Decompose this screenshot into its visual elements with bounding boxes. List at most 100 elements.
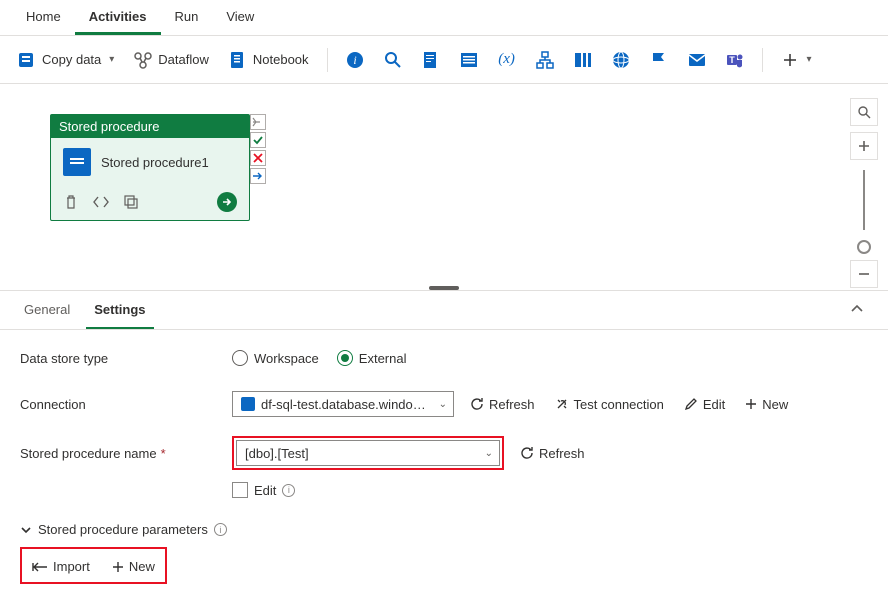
teams-button[interactable]: T [718,44,752,76]
code-icon[interactable] [93,194,109,210]
refresh-label: Refresh [539,446,585,461]
hierarchy-icon [536,51,554,69]
edit-label: Edit [703,397,725,412]
radio-workspace[interactable]: Workspace [232,350,319,366]
test-connection-icon [555,397,569,411]
sp-name-label: Stored procedure name* [20,446,220,461]
toolbar-separator [762,48,763,72]
sp-name-value: [dbo].[Test] [245,446,309,461]
fit-search-button[interactable] [850,98,878,126]
radio-external[interactable]: External [337,350,407,366]
sp-parameters-label: Stored procedure parameters [38,522,208,537]
radio-external-label: External [359,351,407,366]
search-button[interactable] [376,44,410,76]
info-icon[interactable]: i [214,523,227,536]
panels-button[interactable] [566,44,600,76]
script-icon [422,51,440,69]
plus-icon [112,561,124,573]
variable-button[interactable]: (x) [490,44,524,76]
connection-label: Connection [20,397,220,412]
sp-name-dropdown[interactable]: [dbo].[Test] ⌄ [236,440,500,466]
search-icon [384,51,402,69]
canvas-zoom-tools [850,98,878,288]
import-button[interactable]: Import [28,557,94,576]
globe-icon [612,51,630,69]
chevron-down-icon: ⌄ [439,399,447,410]
flag-button[interactable] [642,44,676,76]
connector-fail[interactable] [250,150,266,166]
collapse-panel-button[interactable] [842,294,872,327]
activity-stored-procedure[interactable]: Stored procedure Stored procedure1 [50,114,250,221]
param-new-button[interactable]: New [108,557,159,576]
connection-edit-button[interactable]: Edit [680,395,729,414]
properties-tabs: General Settings [0,290,888,330]
hierarchy-button[interactable] [528,44,562,76]
import-label: Import [53,559,90,574]
mail-icon [688,51,706,69]
zoom-in-button[interactable] [850,132,878,160]
tab-view[interactable]: View [212,1,268,35]
info-icon[interactable]: i [282,484,295,497]
refresh-label: Refresh [489,397,535,412]
connector-success[interactable] [250,132,266,148]
tab-run[interactable]: Run [161,1,213,35]
chevron-down-icon: ▾ [807,54,812,65]
notebook-icon [229,51,247,69]
edit-checkbox[interactable] [232,482,248,498]
sp-refresh-button[interactable]: Refresh [516,444,589,463]
mail-button[interactable] [680,44,714,76]
panel-tab-general[interactable]: General [16,292,78,329]
connector-skip[interactable] [250,114,266,130]
activity-header: Stored procedure [51,115,249,138]
import-icon [32,561,48,573]
connection-value: df-sql-test.database.windows.net;tes... [261,397,429,412]
pipeline-canvas[interactable]: Stored procedure Stored procedure1 [0,84,888,290]
zoom-slider-handle[interactable] [857,240,871,254]
chevron-down-icon [20,524,32,536]
notebook-button[interactable]: Notebook [221,44,317,76]
panel-resize-grip[interactable] [429,286,459,290]
copy-data-icon [18,51,36,69]
connection-new-button[interactable]: New [741,395,792,414]
chevron-down-icon: ⌄ [485,448,493,459]
activity-name: Stored procedure1 [101,155,209,170]
list-button[interactable] [452,44,486,76]
svg-text:i: i [353,53,356,67]
svg-text:T: T [729,55,735,65]
info-icon: i [346,51,364,69]
zoom-slider-track[interactable] [863,170,865,230]
globe-button[interactable] [604,44,638,76]
zoom-out-button[interactable] [850,260,878,288]
variable-icon: (x) [498,51,516,69]
sp-name-highlight: [dbo].[Test] ⌄ [232,436,504,470]
refresh-icon [520,446,534,460]
data-store-type-label: Data store type [20,351,220,366]
run-icon[interactable] [217,192,237,212]
test-connection-button[interactable]: Test connection [551,395,668,414]
panel-tab-settings[interactable]: Settings [86,292,153,329]
dataflow-button[interactable]: Dataflow [126,44,217,76]
edit-checkbox-label: Edit [254,483,276,498]
edit-icon [684,397,698,411]
tab-home[interactable]: Home [12,1,75,35]
script-button[interactable] [414,44,448,76]
dataflow-label: Dataflow [158,52,209,67]
plus-icon [781,51,799,69]
add-button[interactable]: ▾ [773,44,820,76]
tab-activities[interactable]: Activities [75,1,161,35]
info-button[interactable]: i [338,44,372,76]
copy-data-button[interactable]: Copy data ▾ [10,44,122,76]
copy-icon[interactable] [123,194,139,210]
connection-dropdown[interactable]: df-sql-test.database.windows.net;tes... … [232,391,454,417]
connector-completion[interactable] [250,168,266,184]
activity-connectors [250,114,266,184]
settings-form: Data store type Workspace External Conne… [0,330,888,592]
import-new-highlight: Import New [20,547,167,584]
connection-refresh-button[interactable]: Refresh [466,395,539,414]
delete-icon[interactable] [63,194,79,210]
stored-procedure-icon [63,148,91,176]
flag-icon [650,51,668,69]
radio-workspace-label: Workspace [254,351,319,366]
copy-data-label: Copy data [42,52,101,67]
sp-parameters-toggle[interactable]: Stored procedure parameters i [20,522,868,537]
